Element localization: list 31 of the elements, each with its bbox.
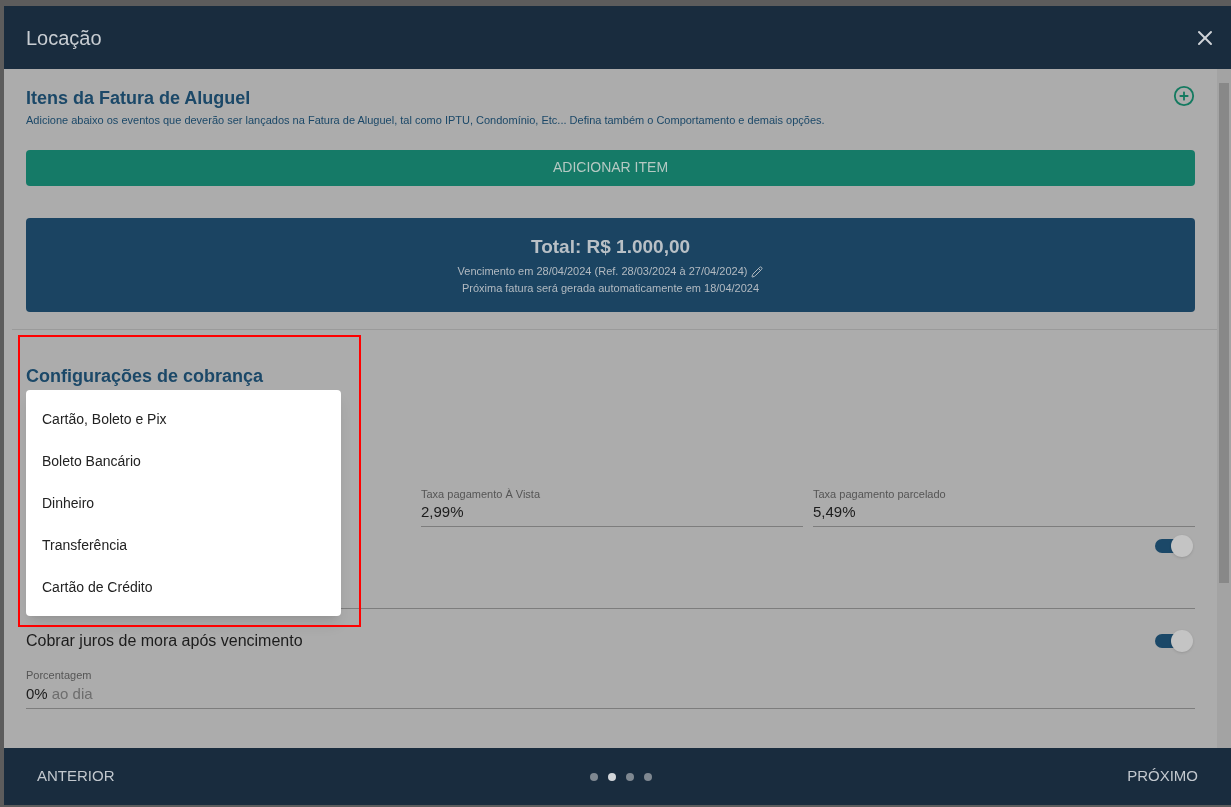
menu-item[interactable]: Transferência [26, 524, 341, 566]
plus-circle-icon [1173, 85, 1195, 107]
field-label: Taxa pagamento À Vista [421, 486, 542, 502]
previous-button[interactable]: ANTERIOR [37, 765, 115, 788]
text-field[interactable]: Taxa pagamento parcelado 5,49% [813, 485, 1195, 527]
field-value: 0% [26, 684, 48, 702]
due-date-text: Vencimento em 28/04/2024 (Ref. 28/03/2024 à 27/04/2024) [457, 264, 748, 280]
text-field[interactable]: Taxa pagamento À Vista 2,99% [421, 485, 803, 527]
field-label: Taxa pagamento parcelado [813, 486, 947, 502]
next-button[interactable]: PRÓXIMO [1127, 765, 1198, 788]
text-field[interactable]: Porcentagem 0% ao dia [26, 667, 1195, 709]
section-title: Configurações de cobrança [26, 365, 264, 386]
next-invoice-text: Próxima fatura será gerada automaticamente em 18/04/2024 [461, 280, 760, 296]
setting-label: Cobrar juros de mora após vencimento [26, 631, 303, 651]
menu-item[interactable]: Cartão, Boleto e Pix [26, 398, 341, 440]
field-value: 5,49% [813, 503, 856, 520]
field-value: 2,99% [421, 503, 464, 520]
toggle-switch[interactable] [1155, 630, 1193, 652]
menu-item[interactable]: Boleto Bancário [26, 440, 341, 482]
edit-pencil-icon[interactable] [751, 265, 764, 278]
pencil-icon [751, 265, 764, 278]
field-label: Porcentagem [26, 668, 93, 683]
field-suffix: ao dia [51, 684, 93, 702]
dialog-title: Locação [26, 25, 102, 51]
toggle-switch[interactable] [1155, 535, 1193, 557]
section-description: Adicione abaixo os eventos que deverão ser lançados na Fatura de Aluguel, tal como IPTU, Condomínio, Etc... Defina também o Comportamento e demais opções. [26, 113, 825, 128]
total-amount: Total: R$ 1.000,00 [530, 234, 691, 259]
menu-item[interactable]: Dinheiro [26, 482, 341, 524]
menu-item[interactable]: Cartão de Crédito [26, 566, 341, 608]
section-title: Itens da Fatura de Aluguel [26, 87, 252, 110]
scrollbar[interactable] [1217, 69, 1231, 748]
